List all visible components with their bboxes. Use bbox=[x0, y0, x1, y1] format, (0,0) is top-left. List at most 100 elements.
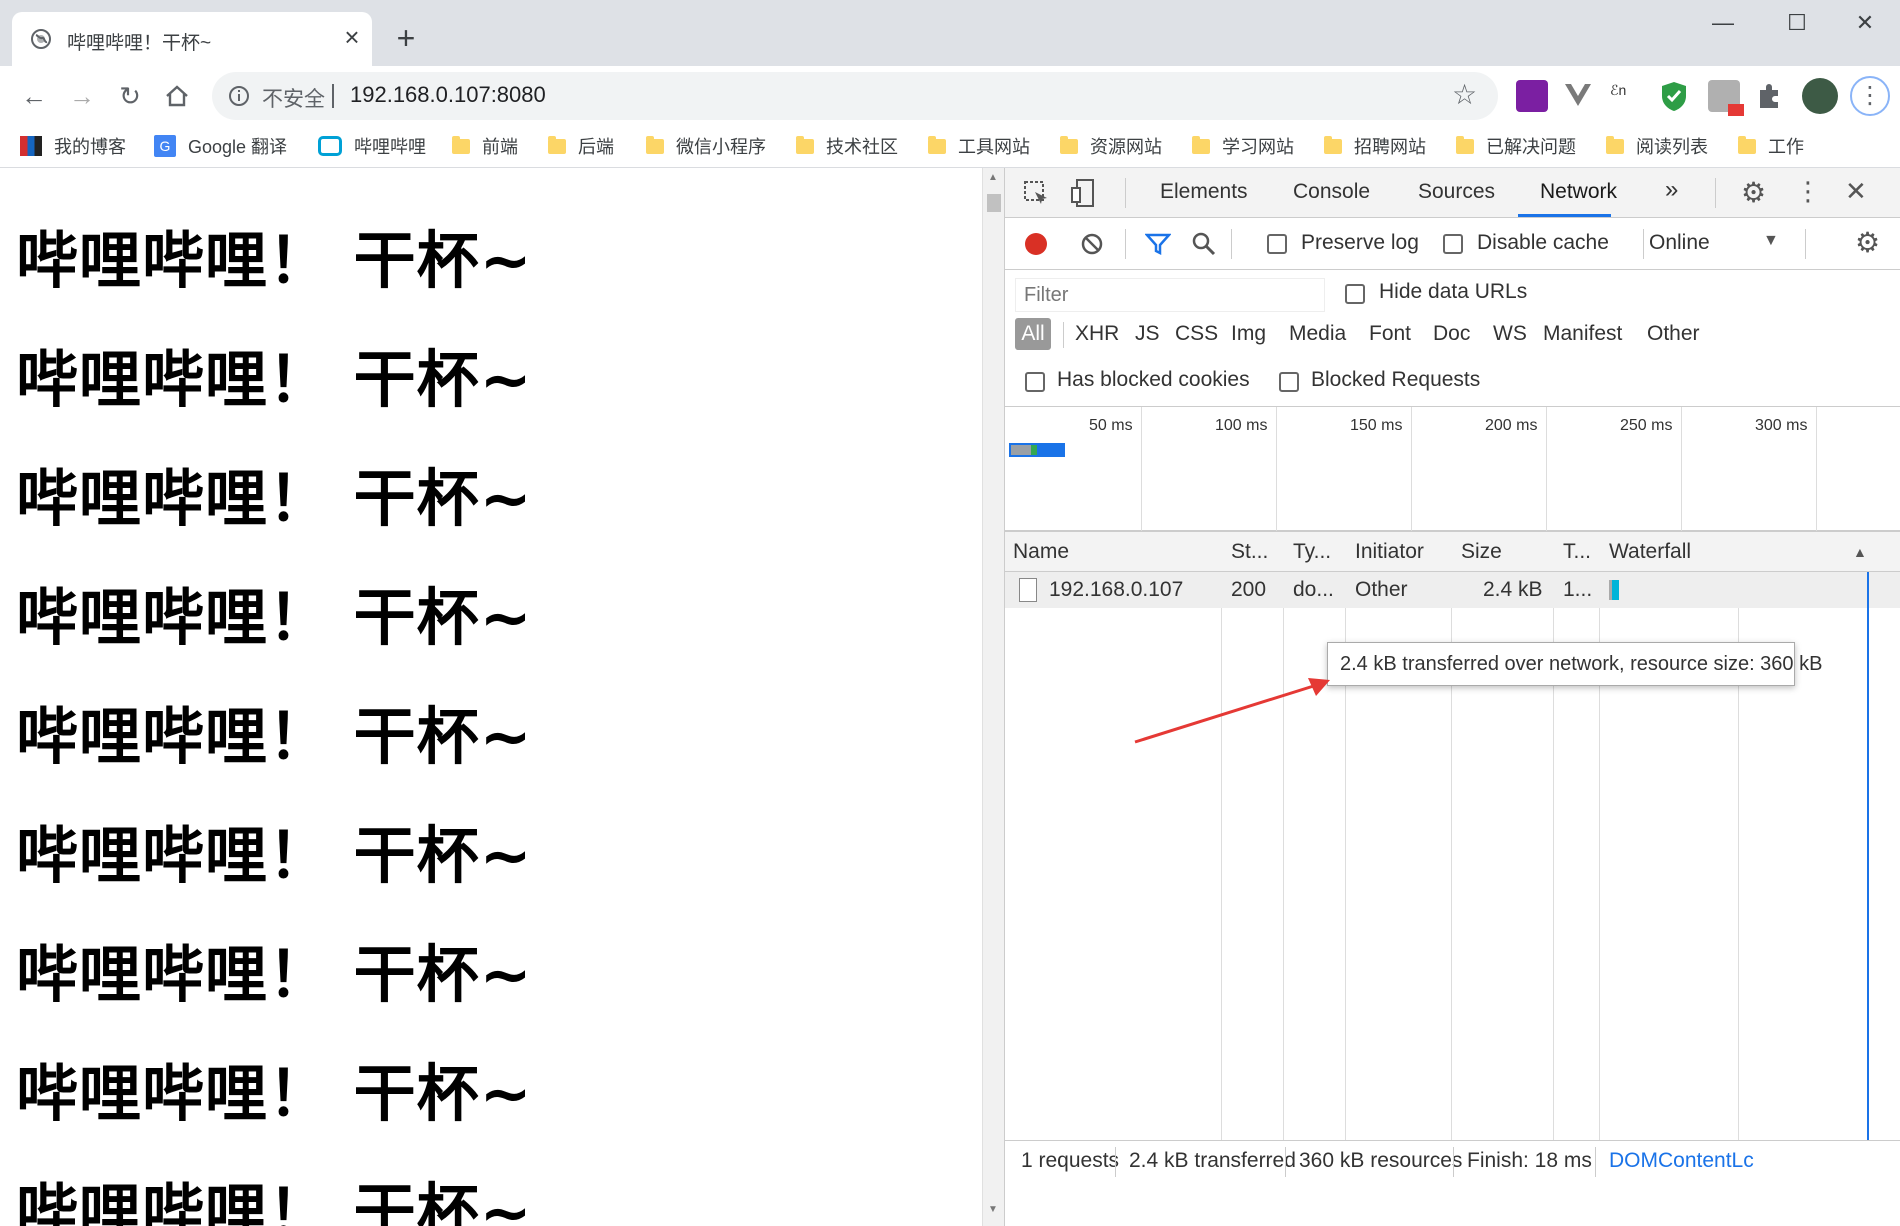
disable-cache-checkbox[interactable] bbox=[1443, 234, 1463, 254]
folder-icon bbox=[646, 135, 664, 154]
bookmark-folder[interactable]: 前端 bbox=[452, 130, 518, 162]
bookmark-folder[interactable]: 学习网站 bbox=[1192, 130, 1294, 162]
page-heading: 哔哩哔哩！ 干杯~ bbox=[16, 581, 533, 654]
tab-sources[interactable]: Sources bbox=[1418, 180, 1495, 204]
filter-type-all[interactable]: All bbox=[1015, 318, 1051, 350]
filter-type-js[interactable]: JS bbox=[1135, 322, 1160, 346]
url-text[interactable]: 192.168.0.107:8080 bbox=[350, 82, 546, 108]
back-arrow-icon[interactable]: ← bbox=[14, 76, 54, 116]
filter-type-manifest[interactable]: Manifest bbox=[1543, 322, 1622, 346]
profile-avatar[interactable] bbox=[1802, 78, 1838, 114]
more-options-icon[interactable]: ⋮ bbox=[1795, 176, 1821, 207]
throttling-select[interactable]: Online bbox=[1649, 231, 1710, 255]
settings-gear-icon[interactable]: ⚙ bbox=[1741, 176, 1766, 209]
column-header-waterfall[interactable]: Waterfall bbox=[1609, 540, 1691, 564]
maximize-button[interactable]: ☐ bbox=[1774, 8, 1820, 38]
blocked-requests-label: Blocked Requests bbox=[1311, 368, 1481, 391]
search-icon[interactable] bbox=[1191, 231, 1217, 257]
bookmark-folder[interactable]: 已解决问题 bbox=[1456, 130, 1576, 162]
close-devtools-icon[interactable]: ✕ bbox=[1845, 176, 1867, 207]
bookmark-folder[interactable]: 工作 bbox=[1738, 130, 1804, 162]
inspect-element-icon[interactable] bbox=[1023, 180, 1049, 206]
axure-rp-extension-icon[interactable] bbox=[1516, 80, 1548, 112]
filter-icon[interactable] bbox=[1145, 232, 1171, 256]
overview-tick-label: 100 ms bbox=[1215, 417, 1268, 434]
extension-badge-icon[interactable] bbox=[1708, 80, 1744, 116]
vue-devtools-icon[interactable] bbox=[1563, 82, 1593, 108]
filter-type-font[interactable]: Font bbox=[1369, 322, 1411, 346]
record-icon[interactable] bbox=[1025, 233, 1047, 255]
browser-tab[interactable]: 哔哩哔哩！干杯~ × bbox=[12, 12, 372, 66]
filter-type-ws[interactable]: WS bbox=[1493, 322, 1527, 346]
page-scrollbar[interactable]: ▲ ▼ bbox=[982, 168, 1004, 1226]
column-header-size[interactable]: Size bbox=[1461, 540, 1502, 564]
overview-tick-label: 200 ms bbox=[1485, 417, 1538, 434]
hide-data-urls-checkbox[interactable] bbox=[1345, 284, 1365, 304]
filter-input[interactable]: Filter bbox=[1015, 278, 1325, 312]
has-blocked-cookies-checkbox[interactable] bbox=[1025, 372, 1045, 392]
filter-type-media[interactable]: Media bbox=[1289, 322, 1346, 346]
column-header-type[interactable]: Ty... bbox=[1293, 540, 1331, 564]
more-tabs-icon[interactable]: » bbox=[1665, 176, 1678, 204]
device-toolbar-icon[interactable] bbox=[1071, 178, 1097, 208]
shield-extension-icon[interactable] bbox=[1660, 80, 1688, 112]
bookmark-folder[interactable]: 阅读列表 bbox=[1606, 130, 1708, 162]
bookmark-folder[interactable]: 工具网站 bbox=[928, 130, 1030, 162]
network-overview[interactable]: 50 ms 100 ms 150 ms 200 ms 250 ms 300 ms bbox=[1005, 406, 1900, 532]
overview-tick-label: 300 ms bbox=[1755, 417, 1808, 434]
bookmark-item[interactable]: 我的博客 bbox=[20, 130, 126, 162]
overview-gridline bbox=[1681, 407, 1682, 531]
bookmark-folder[interactable]: 技术社区 bbox=[796, 130, 898, 162]
page-heading: 哔哩哔哩！ 干杯~ bbox=[16, 700, 533, 773]
tab-network[interactable]: Network bbox=[1540, 180, 1617, 204]
filter-type-doc[interactable]: Doc bbox=[1433, 322, 1470, 346]
tab-elements[interactable]: Elements bbox=[1160, 180, 1248, 204]
divider bbox=[1453, 1147, 1454, 1177]
translate-extension-icon[interactable]: ℰn bbox=[1610, 82, 1644, 112]
chrome-menu-icon[interactable]: ⋮ bbox=[1850, 76, 1890, 116]
minimize-button[interactable]: — bbox=[1700, 8, 1746, 38]
bookmark-folder[interactable]: 微信小程序 bbox=[646, 130, 766, 162]
forward-arrow-icon[interactable]: → bbox=[62, 76, 102, 116]
blocked-requests-checkbox[interactable] bbox=[1279, 372, 1299, 392]
insecure-label[interactable]: 不安全 bbox=[262, 83, 325, 113]
divider bbox=[1115, 1147, 1116, 1177]
network-settings-gear-icon[interactable]: ⚙ bbox=[1855, 226, 1880, 259]
overview-tick-label: 250 ms bbox=[1620, 417, 1673, 434]
new-tab-button[interactable]: + bbox=[388, 20, 424, 56]
tab-console[interactable]: Console bbox=[1293, 180, 1370, 204]
bookmark-star-icon[interactable]: ☆ bbox=[1452, 78, 1477, 111]
info-icon[interactable] bbox=[228, 85, 250, 107]
filter-type-xhr[interactable]: XHR bbox=[1075, 322, 1119, 346]
bookmark-item[interactable]: 哔哩哔哩 bbox=[318, 130, 426, 162]
column-header-name[interactable]: Name bbox=[1013, 540, 1069, 564]
bookmark-folder[interactable]: 资源网站 bbox=[1060, 130, 1162, 162]
clear-icon[interactable] bbox=[1080, 232, 1104, 256]
bookmark-item[interactable]: G Google 翻译 bbox=[154, 130, 287, 162]
reload-icon[interactable]: ↻ bbox=[110, 76, 150, 116]
folder-icon bbox=[1192, 135, 1210, 154]
bookmark-folder[interactable]: 后端 bbox=[548, 130, 614, 162]
tab-close-icon[interactable]: × bbox=[337, 22, 367, 52]
table-row[interactable]: 192.168.0.107 200 do... Other 2.4 kB 1..… bbox=[1005, 572, 1900, 608]
column-header-initiator[interactable]: Initiator bbox=[1355, 540, 1424, 564]
filter-type-css[interactable]: CSS bbox=[1175, 322, 1218, 346]
bookmark-folder[interactable]: 招聘网站 bbox=[1324, 130, 1426, 162]
divider bbox=[1595, 1147, 1596, 1177]
address-bar[interactable]: 不安全 192.168.0.107:8080 ☆ bbox=[212, 72, 1498, 120]
folder-icon bbox=[548, 135, 566, 154]
close-window-button[interactable]: ✕ bbox=[1842, 8, 1888, 38]
scrollbar-thumb[interactable] bbox=[987, 194, 1001, 212]
dropdown-arrow-icon[interactable]: ▼ bbox=[1763, 232, 1779, 250]
filter-type-other[interactable]: Other bbox=[1647, 322, 1700, 346]
sort-ascending-icon[interactable]: ▲ bbox=[1853, 544, 1867, 560]
request-size: 2.4 kB bbox=[1483, 578, 1543, 601]
extensions-puzzle-icon[interactable] bbox=[1756, 82, 1784, 110]
scroll-up-arrow-icon[interactable]: ▲ bbox=[988, 172, 998, 183]
home-icon[interactable] bbox=[164, 84, 190, 108]
preserve-log-checkbox[interactable] bbox=[1267, 234, 1287, 254]
column-header-time[interactable]: T... bbox=[1563, 540, 1591, 564]
column-header-status[interactable]: St... bbox=[1231, 540, 1268, 564]
filter-type-img[interactable]: Img bbox=[1231, 322, 1266, 346]
scroll-down-arrow-icon[interactable]: ▼ bbox=[988, 1204, 998, 1215]
